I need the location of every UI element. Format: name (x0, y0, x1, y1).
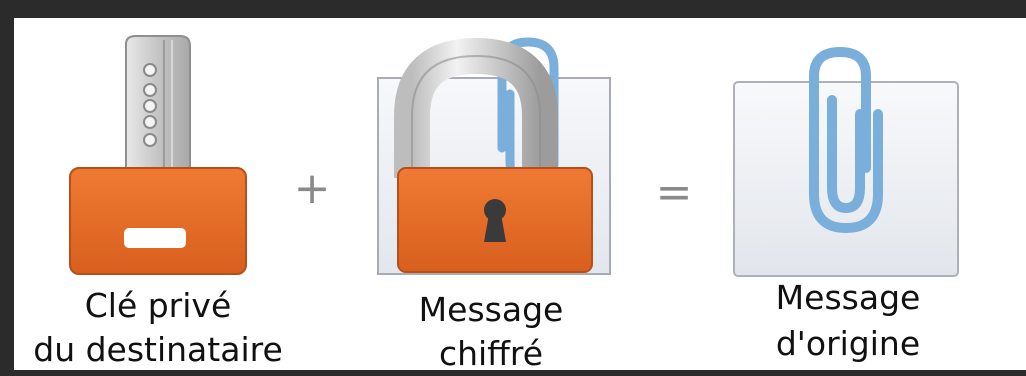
original-message-item: Message d'origine (14, 18, 959, 363)
original-message-label-line2: d'origine (775, 324, 921, 363)
encrypted-message-label-line2: chiffré (438, 334, 544, 373)
original-message-label-line1: Message (775, 278, 921, 317)
private-key-label-line2: du destinataire (33, 330, 283, 369)
paperclip-message-icon (733, 46, 959, 277)
diagram-panel: Clé privé du destinataire + Message chif… (14, 18, 1026, 373)
